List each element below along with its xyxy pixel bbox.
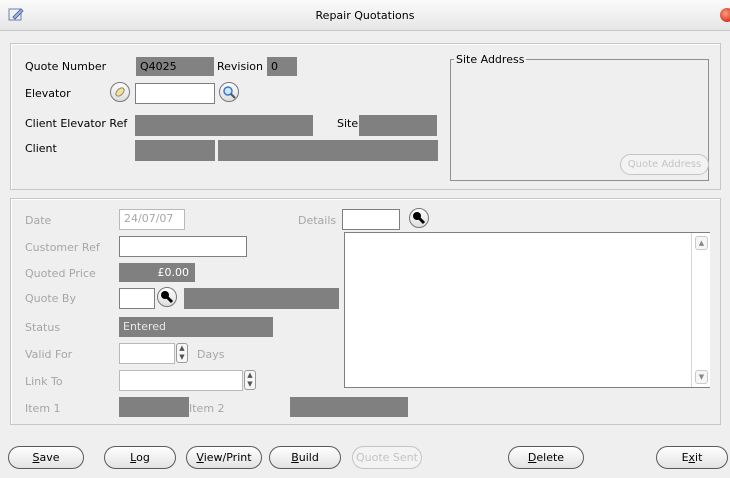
item2-field	[290, 397, 408, 417]
notes-textarea[interactable]: ▲ ▼	[344, 232, 710, 388]
valid-for-input[interactable]	[119, 343, 175, 364]
window-body: Quote Number Q4025 Revision 0 Elevator C…	[0, 31, 730, 478]
delete-button[interactable]: Delete	[508, 446, 584, 469]
quote-address-button[interactable]: Quote Address	[620, 154, 709, 175]
site-address-legend: Site Address	[454, 53, 527, 66]
revision-field: 0	[267, 57, 297, 76]
client-name-field	[218, 140, 438, 161]
link-to-spinner[interactable]: ▲ ▼	[244, 370, 256, 390]
quote-number-label: Quote Number	[25, 60, 107, 73]
scroll-up-icon[interactable]: ▲	[695, 236, 708, 250]
save-button[interactable]: Save	[8, 446, 84, 469]
item2-label: Item 2	[189, 402, 225, 415]
date-input[interactable]: 24/07/07	[119, 209, 185, 230]
quote-header-panel: Quote Number Q4025 Revision 0 Elevator C…	[10, 43, 721, 190]
scroll-down-icon[interactable]: ▼	[695, 370, 708, 384]
window-title: Repair Quotations	[315, 9, 415, 22]
link-to-label: Link To	[25, 375, 63, 388]
quote-by-input[interactable]	[119, 288, 155, 309]
quote-number-field: Q4025	[136, 57, 214, 76]
valid-for-unit: Days	[197, 348, 225, 361]
date-label: Date	[25, 214, 52, 227]
build-button[interactable]: Build	[269, 446, 341, 469]
client-code-field	[135, 140, 215, 161]
notes-scrollbar[interactable]: ▲ ▼	[691, 233, 710, 387]
client-elevator-ref-label: Client Elevator Ref	[25, 117, 128, 130]
elevator-search-icon[interactable]	[219, 82, 239, 102]
site-address-group: Site Address Quote Address	[450, 53, 709, 181]
revision-label: Revision	[217, 60, 263, 73]
valid-for-label: Valid For	[25, 348, 73, 361]
view-print-button[interactable]: View/Print	[186, 446, 262, 469]
quote-sent-button[interactable]: Quote Sent	[352, 446, 422, 469]
quote-by-search-icon[interactable]	[157, 287, 177, 307]
title-bar: Repair Quotations	[0, 0, 730, 31]
quote-by-name-field	[184, 288, 339, 309]
elevator-label: Elevator	[25, 87, 71, 100]
status-field: Entered	[119, 317, 273, 337]
quote-by-label: Quote By	[25, 292, 76, 305]
link-to-select[interactable]	[119, 370, 243, 391]
customer-ref-label: Customer Ref	[25, 241, 100, 254]
quoted-price-field: £0.00	[119, 263, 195, 282]
exit-button[interactable]: Exit	[656, 446, 728, 469]
customer-ref-input[interactable]	[119, 236, 247, 257]
item1-field	[119, 397, 189, 417]
item1-label: Item 1	[25, 402, 61, 415]
client-label: Client	[25, 142, 57, 155]
site-field	[359, 115, 437, 136]
quoted-price-label: Quoted Price	[25, 267, 96, 280]
valid-for-spinner[interactable]: ▲ ▼	[176, 343, 188, 363]
site-label: Site	[337, 117, 359, 130]
log-button[interactable]: Log	[104, 446, 176, 469]
details-label: Details	[298, 214, 337, 227]
status-label: Status	[25, 321, 61, 334]
elevator-input[interactable]	[135, 83, 215, 104]
quote-details-panel: Date 24/07/07 Details Customer Ref Quote…	[10, 198, 721, 425]
details-input[interactable]	[342, 209, 400, 230]
details-search-icon[interactable]	[409, 208, 429, 228]
close-window-icon[interactable]	[720, 8, 730, 22]
clear-elevator-icon[interactable]	[110, 82, 130, 102]
client-elevator-ref-field	[135, 115, 313, 136]
